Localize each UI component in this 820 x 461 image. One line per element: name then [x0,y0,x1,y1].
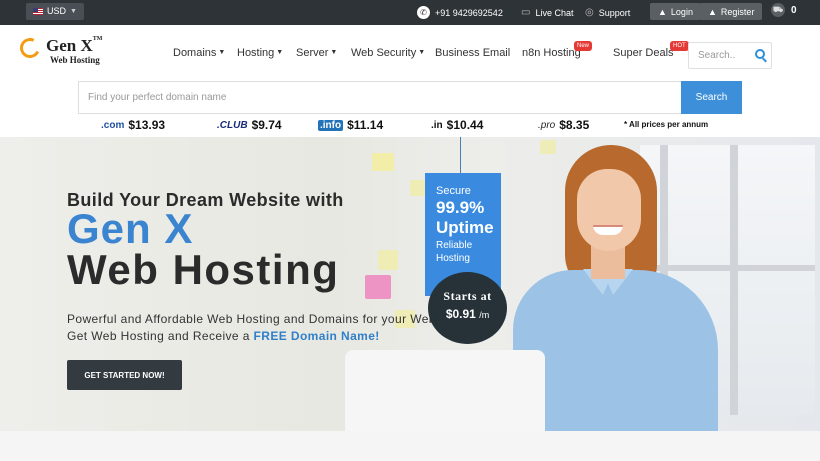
sticky-note-decor [372,153,394,171]
get-started-button[interactable]: GET STARTED NOW! [67,360,182,390]
new-badge: New [574,41,593,51]
uptime-tag-hosting: Hosting [436,253,470,264]
tag-string [460,137,461,174]
logo-subtitle: Web Hosting [50,55,100,65]
prices-note: * All prices per annum [624,120,709,129]
chevron-down-icon: ▼ [330,49,338,56]
nav-hosting[interactable]: Hosting ▼ [237,25,283,80]
pro-logo: .pro [538,119,556,131]
chat-icon: ▭ [521,7,531,18]
nav-n8n-hosting-label: n8n Hosting [522,46,581,59]
cart-icon: ⛟ [771,3,785,17]
info-logo: .info [318,119,344,131]
chevron-down-icon: ▼ [276,49,284,56]
tld-price-com[interactable]: .com $13.93 [101,116,165,134]
nav-web-security-label: Web Security [351,46,417,59]
tld-price-in[interactable]: .in $10.44 [431,116,483,134]
starts-at-badge: Starts at $0.91 /m [428,272,507,344]
login-label: Login [670,6,693,17]
lifebuoy-icon: ◎ [585,7,594,18]
nav-n8n-hosting[interactable]: n8n Hosting [522,25,581,80]
uptime-tag-reliable: Reliable [436,240,473,251]
nav-search-input[interactable]: Search.. [688,42,772,69]
phone-number: +91 9429692542 [435,7,503,18]
domain-search-button[interactable]: Search [681,81,742,114]
live-chat-link[interactable]: ▭ Live Chat [521,0,573,25]
user-icon: ▲ [658,6,667,17]
nav-business-email[interactable]: Business Email [435,25,510,80]
site-logo[interactable]: Gen XTM Web Hosting [17,35,110,70]
tld-price-pro[interactable]: .pro $8.35 [538,116,589,134]
hero-paragraph-2: Get Web Hosting and Receive a FREE Domai… [67,329,380,343]
nav-hosting-label: Hosting [237,46,275,59]
top-bar: USD ▼ ✆ +91 9429692542 ▭ Live Chat ◎ Sup… [0,0,820,25]
domain-search-placeholder: Find your perfect domain name [88,92,227,103]
nav-search-placeholder: Search.. [698,50,736,61]
starts-at-unit: /m [479,310,490,320]
club-logo: .CLUB [217,119,248,131]
club-price: $9.74 [251,118,282,132]
in-price: $10.44 [446,118,484,132]
chevron-down-icon: ▼ [70,8,77,15]
starts-at-label: Starts at [443,289,492,303]
chevron-down-icon: ▼ [218,49,226,56]
info-price: $11.14 [347,118,384,132]
nav-domains[interactable]: Domains ▼ [173,25,225,80]
main-navbar: Gen XTM Web Hosting Domains ▼ Hosting ▼ Se… [0,25,820,80]
register-button[interactable]: ▲ Register [700,3,763,20]
com-logo: .com [101,119,125,131]
support-label: Support [598,7,631,18]
nav-server-label: Server [296,46,329,59]
chevron-down-icon: ▼ [418,49,426,56]
currency-label: USD [47,6,67,16]
starts-at-price: $0.91 /m [445,307,490,321]
tld-price-club[interactable]: .CLUB $9.74 [217,116,282,134]
hot-badge: HOT [670,41,689,51]
sticky-note-decor [365,275,391,299]
register-label: Register [720,6,755,17]
nav-web-security[interactable]: Web Security ▼ [351,25,425,80]
tld-prices-strip: .com $13.93 .CLUB $9.74 .info $11.14 .in… [0,114,820,136]
logo-swoosh-icon [17,35,43,61]
uptime-tag-uptime: Uptime [436,218,494,237]
uptime-tag-secure: Secure [436,185,471,197]
logo-main-text: Gen XTM [46,36,103,55]
login-button[interactable]: ▲ Login [650,3,701,20]
cart-count: 0 [791,4,797,16]
phone-contact[interactable]: ✆ +91 9429692542 [417,0,503,25]
tld-price-info[interactable]: .info $11.14 [318,116,383,134]
free-domain-highlight: FREE Domain Name! [253,329,380,343]
hero-paragraph-2-text: Get Web Hosting and Receive a [67,329,254,343]
pro-price: $8.35 [559,118,590,132]
nav-business-email-label: Business Email [435,46,511,59]
currency-selector[interactable]: USD ▼ [26,3,84,20]
hero-paragraph-1: Powerful and Affordable Web Hosting and … [67,312,460,326]
sticky-note-decor [378,250,398,270]
logo-tm: TM [92,36,103,42]
nav-server[interactable]: Server ▼ [296,25,337,80]
cart-button[interactable]: ⛟ 0 [771,3,797,17]
nav-super-deals[interactable]: Super Deals [613,25,674,80]
user-plus-icon: ▲ [708,6,717,17]
nav-super-deals-label: Super Deals [613,46,674,59]
domain-search-input[interactable]: Find your perfect domain name [79,82,681,113]
uptime-tag-percent: 99.9% [436,198,485,217]
in-logo: .in [431,119,443,131]
live-chat-label: Live Chat [535,7,574,18]
us-flag-icon [33,8,43,15]
nav-domains-label: Domains [173,46,217,59]
search-icon[interactable] [755,49,765,59]
laptop-decor [345,350,545,431]
phone-icon: ✆ [417,6,430,19]
com-price: $13.93 [128,118,166,132]
domain-search-bar: Find your perfect domain name Search [78,81,742,114]
support-link[interactable]: ◎ Support [585,0,630,25]
below-hero-strip [0,431,820,461]
hero-title-main: Web Hosting [67,246,340,293]
